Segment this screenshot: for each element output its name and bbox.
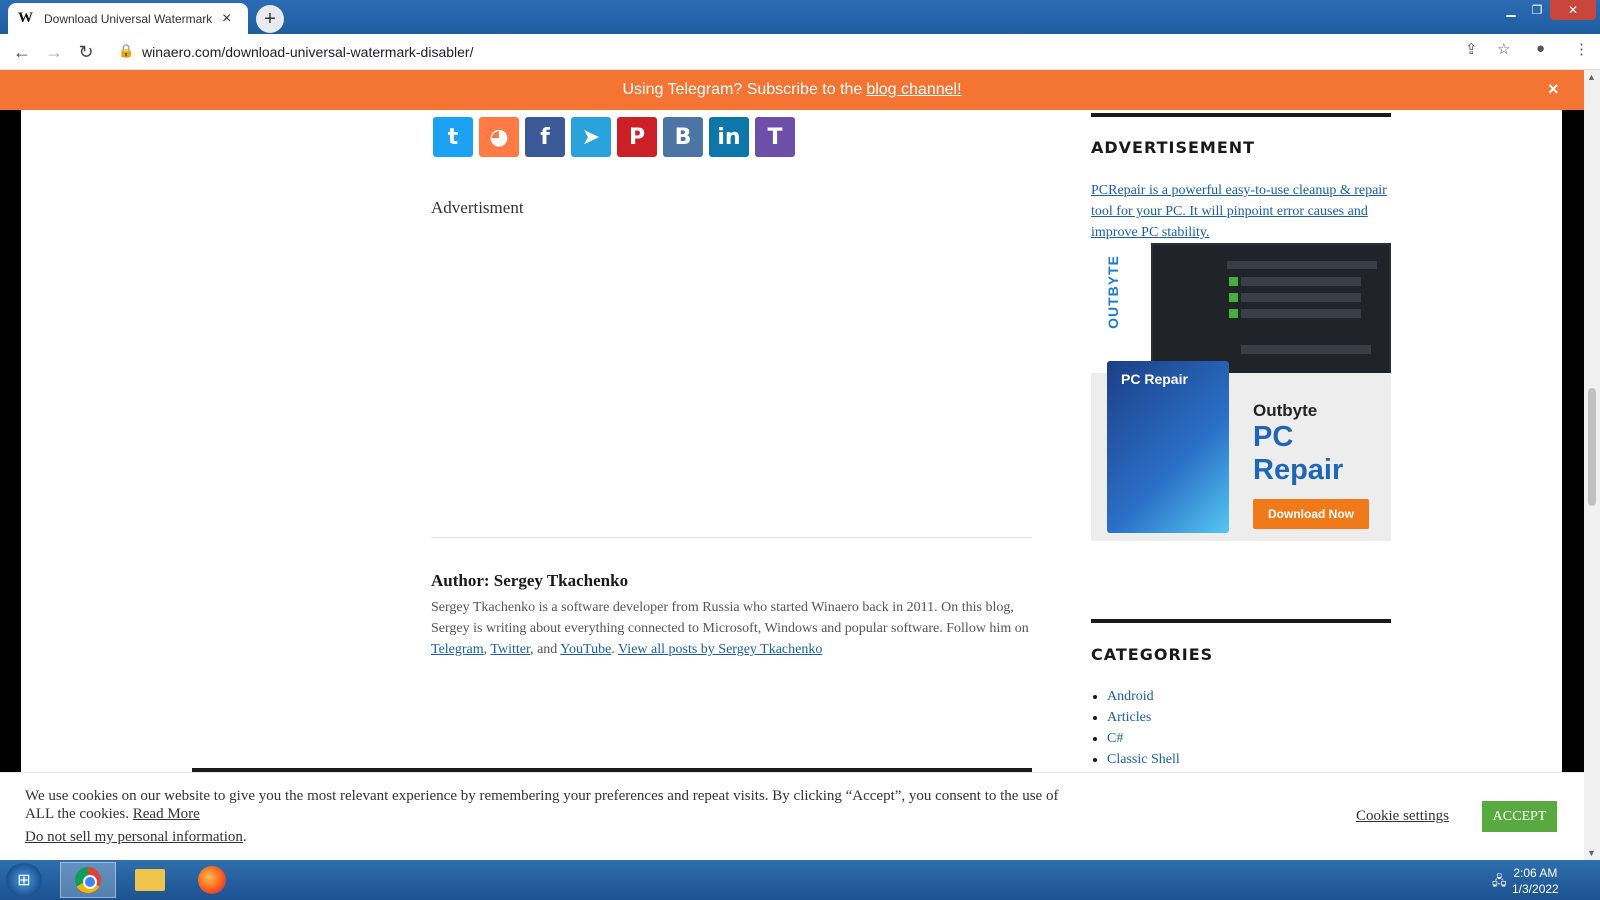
browser-tab[interactable]: W Download Universal Watermark D × — [8, 3, 248, 34]
tab-close-icon[interactable]: × — [222, 10, 231, 28]
check-icon — [1229, 293, 1238, 302]
twitter-icon[interactable]: t — [433, 117, 473, 157]
share-buttons: t ◕ f ➤ P B in T — [433, 117, 795, 157]
forward-icon[interactable]: → — [42, 40, 66, 64]
facebook-icon[interactable]: f — [525, 117, 565, 157]
pcrepair-ad-image[interactable]: OUTBYTE PC Repair Outbyte PC Repair Down… — [1091, 243, 1391, 541]
linkedin-icon[interactable]: in — [709, 117, 749, 157]
clock-time: 2:06 AM — [1513, 866, 1558, 880]
tab-title: Download Universal Watermark D — [44, 11, 216, 26]
product-brand: Outbyte — [1253, 401, 1318, 420]
check-icon — [1229, 309, 1238, 318]
product-box: PC Repair — [1107, 361, 1229, 533]
twitter-link[interactable]: Twitter — [490, 642, 530, 657]
taskbar-chrome[interactable] — [60, 862, 116, 898]
product-name-line1: PC — [1253, 421, 1294, 453]
chrome-icon — [75, 867, 101, 893]
and-text: , and — [530, 642, 558, 657]
profile-icon[interactable]: ● — [1536, 40, 1545, 57]
firefox-icon — [198, 866, 226, 894]
read-more-link[interactable]: Read More — [133, 806, 200, 822]
pcrepair-ad-link[interactable]: PCRepair is a powerful easy-to-use clean… — [1091, 180, 1391, 243]
categories-list: Android Articles C# Classic Shell — [1107, 686, 1180, 770]
ad-row — [1241, 293, 1361, 302]
ad-row — [1241, 345, 1371, 354]
view-all-posts-link[interactable]: View all posts by Sergey Tkachenko — [618, 642, 822, 657]
sidebar-divider — [1091, 113, 1391, 117]
start-button-icon[interactable]: ⊞ — [6, 863, 42, 897]
do-not-sell-link[interactable]: Do not sell my personal information — [25, 829, 243, 845]
network-tray-icon[interactable]: 🖧 — [1492, 872, 1507, 894]
folder-icon — [135, 869, 165, 891]
categories-heading: CATEGORIES — [1091, 645, 1214, 664]
telegram-icon[interactable]: ➤ — [571, 117, 611, 157]
tumblr-icon[interactable]: T — [755, 117, 795, 157]
product-name: PC Repair — [1253, 421, 1343, 487]
outbyte-logo: OUTBYTE — [1105, 255, 1121, 329]
pinterest-icon[interactable]: P — [617, 117, 657, 157]
check-icon — [1229, 277, 1238, 286]
product-name-line2: Repair — [1253, 454, 1344, 486]
reload-icon[interactable]: ↻ — [74, 40, 98, 64]
page-scrollbar[interactable]: ▲ ▼ — [1584, 70, 1600, 860]
youtube-link[interactable]: YouTube — [560, 642, 611, 657]
taskbar-explorer[interactable] — [122, 862, 178, 898]
ad-row — [1241, 309, 1361, 318]
banner-text: Using Telegram? Subscribe to the — [622, 81, 863, 98]
windows-taskbar: ⊞ 🖧 2:06 AM 1/3/2022 — [0, 860, 1600, 900]
divider — [431, 537, 1032, 538]
box-title: PC Repair — [1121, 371, 1188, 387]
sidebar-divider — [1091, 619, 1391, 623]
list-item: Classic Shell — [1107, 749, 1180, 770]
reddit-icon[interactable]: ◕ — [479, 117, 519, 157]
address-bar[interactable]: 🔒 winaero.com/download-universal-waterma… — [112, 38, 1562, 66]
do-not-sell-block: Do not sell my personal information. — [25, 829, 247, 845]
taskbar-clock[interactable]: 2:06 AM 1/3/2022 — [1512, 865, 1559, 897]
browser-toolbar: ← → ↻ 🔒 winaero.com/download-universal-w… — [0, 34, 1600, 70]
scrollbar-thumb[interactable] — [1588, 388, 1596, 506]
telegram-banner: Using Telegram? Subscribe to the blog ch… — [0, 70, 1584, 110]
category-link-android[interactable]: Android — [1107, 689, 1154, 704]
advertisement-label: Advertisment — [431, 198, 524, 217]
telegram-link[interactable]: Telegram — [431, 642, 484, 657]
bookmark-star-icon[interactable]: ☆ — [1497, 40, 1510, 58]
cookie-consent-bar: We use cookies on our website to give yo… — [0, 772, 1584, 860]
banner-close-icon[interactable]: × — [1548, 79, 1559, 100]
list-item: Articles — [1107, 707, 1180, 728]
back-icon[interactable]: ← — [10, 40, 34, 64]
category-link-classic-shell[interactable]: Classic Shell — [1107, 752, 1180, 767]
author-title: Author: Sergey Tkachenko — [431, 571, 629, 590]
list-item: Android — [1107, 686, 1180, 707]
list-item: C# — [1107, 728, 1180, 749]
share-page-icon[interactable]: ⇪ — [1465, 40, 1478, 58]
lock-icon: 🔒 — [118, 43, 135, 58]
ad-row — [1241, 277, 1361, 286]
ad-brand-strip: OUTBYTE — [1091, 243, 1151, 373]
taskbar-firefox[interactable] — [184, 862, 240, 898]
download-now-button[interactable]: Download Now — [1253, 499, 1369, 529]
clock-date: 1/3/2022 — [1512, 882, 1559, 896]
url-text: winaero.com/download-universal-watermark… — [142, 44, 474, 60]
category-link-articles[interactable]: Articles — [1107, 710, 1151, 725]
scroll-down-icon[interactable]: ▼ — [1587, 848, 1596, 858]
ad-window-header — [1227, 261, 1377, 269]
window-minimize-button[interactable]: ▁ — [1498, 0, 1524, 20]
author-bio: Sergey Tkachenko is a software developer… — [431, 600, 1029, 657]
new-tab-button[interactable]: + — [256, 5, 284, 33]
accept-button[interactable]: ACCEPT — [1482, 801, 1557, 832]
blog-channel-link[interactable]: blog channel! — [866, 81, 961, 99]
cookie-text-block: We use cookies on our website to give yo… — [25, 787, 1085, 823]
menu-kebab-icon[interactable]: ⋮ — [1574, 40, 1589, 58]
author-bio-text: Sergey Tkachenko is a software developer… — [431, 600, 1029, 636]
category-link-csharp[interactable]: C# — [1107, 731, 1123, 746]
window-close-button[interactable]: ✕ — [1550, 0, 1596, 20]
cookie-settings-link[interactable]: Cookie settings — [1356, 808, 1449, 825]
browser-titlebar: W Download Universal Watermark D × + ▁ ❐… — [0, 0, 1600, 34]
winaero-favicon-icon: W — [18, 10, 33, 26]
window-maximize-button[interactable]: ❐ — [1524, 0, 1550, 20]
scroll-up-icon[interactable]: ▲ — [1587, 72, 1596, 82]
vk-icon[interactable]: B — [663, 117, 703, 157]
advertisement-heading: ADVERTISEMENT — [1091, 138, 1256, 157]
